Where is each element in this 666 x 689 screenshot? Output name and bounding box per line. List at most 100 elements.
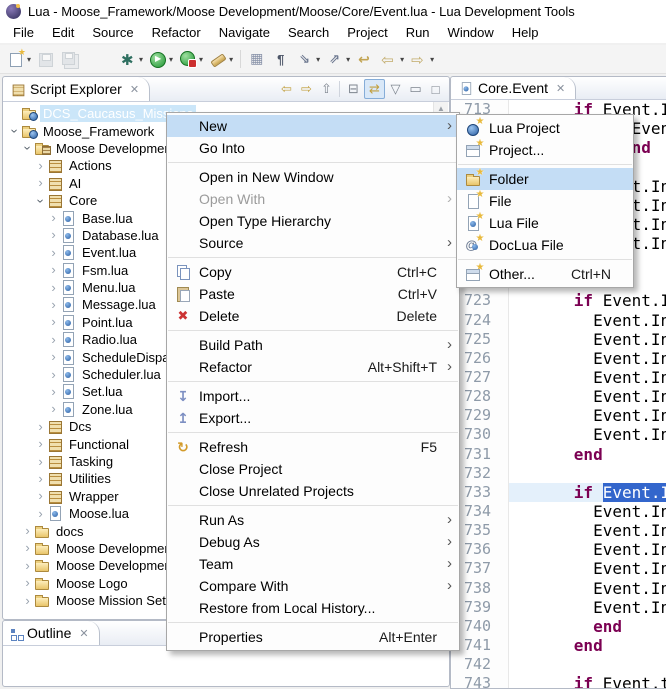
tab-script-explorer[interactable]: Script Explorer ✕ — [3, 77, 150, 101]
dropdown-arrow-icon[interactable]: ▾ — [229, 55, 233, 64]
forward-button[interactable]: ⇨ — [297, 80, 316, 98]
chevron-collapsed-icon[interactable]: › — [47, 300, 60, 310]
chevron-collapsed-icon[interactable]: › — [21, 578, 34, 588]
context-menu-item-run-as[interactable]: Run As› — [167, 509, 459, 531]
chevron-collapsed-icon[interactable]: › — [47, 230, 60, 240]
tab-outline[interactable]: Outline ✕ — [3, 621, 100, 645]
view-menu-button[interactable]: ▽ — [386, 80, 405, 98]
context-menu-item-build-path[interactable]: Build Path› — [167, 334, 459, 356]
context-menu-item-go-into[interactable]: Go Into — [167, 137, 459, 159]
last-edit-location-button[interactable] — [354, 47, 376, 71]
menubar-item-project[interactable]: Project — [338, 22, 396, 43]
chevron-collapsed-icon[interactable]: › — [34, 439, 47, 449]
menubar-item-refactor[interactable]: Refactor — [143, 22, 210, 43]
context-menu-item-source[interactable]: Source› — [167, 232, 459, 254]
context-menu-item-import[interactable]: ↧Import... — [167, 385, 459, 407]
chevron-collapsed-icon[interactable]: › — [47, 283, 60, 293]
dropdown-arrow-icon[interactable]: ▾ — [27, 55, 31, 64]
context-menu-item-paste[interactable]: PasteCtrl+V — [167, 283, 459, 305]
menubar-item-help[interactable]: Help — [503, 22, 548, 43]
context-menu-item-refactor[interactable]: RefactorAlt+Shift+T› — [167, 356, 459, 378]
context-menu-item-open-type-hierarchy[interactable]: Open Type Hierarchy — [167, 210, 459, 232]
new-submenu-item-project[interactable]: ★Project... — [457, 139, 633, 161]
menubar-item-source[interactable]: Source — [83, 22, 142, 43]
tab-core-event[interactable]: Core.Event ✕ — [451, 77, 576, 99]
context-menu-item-compare-with[interactable]: Compare With› — [167, 575, 459, 597]
chevron-collapsed-icon[interactable]: › — [47, 335, 60, 345]
chevron-collapsed-icon[interactable]: › — [34, 457, 47, 467]
chevron-collapsed-icon[interactable]: › — [47, 404, 60, 414]
open-element-button[interactable] — [246, 47, 268, 71]
context-menu-item-properties[interactable]: PropertiesAlt+Enter — [167, 626, 459, 648]
context-menu-item-restore-from-local-history[interactable]: Restore from Local History... — [167, 597, 459, 619]
context-menu-item-debug-as[interactable]: Debug As› — [167, 531, 459, 553]
context-menu-item-delete[interactable]: ✖DeleteDelete — [167, 305, 459, 327]
dropdown-arrow-icon[interactable]: ▾ — [346, 55, 350, 64]
new-submenu-item-lua-file[interactable]: ★Lua File — [457, 212, 633, 234]
chevron-collapsed-icon[interactable]: › — [47, 213, 60, 223]
chevron-collapsed-icon[interactable]: › — [47, 387, 60, 397]
collapse-all-button[interactable]: ⊟ — [344, 80, 363, 98]
context-menu-item-copy[interactable]: CopyCtrl+C — [167, 261, 459, 283]
link-with-editor-button[interactable]: ⇄ — [364, 79, 385, 99]
menubar-item-navigate[interactable]: Navigate — [210, 22, 279, 43]
new-submenu-item-other[interactable]: ★Other...Ctrl+N — [457, 263, 633, 285]
chevron-collapsed-icon[interactable]: › — [21, 561, 34, 571]
chevron-collapsed-icon[interactable]: › — [34, 422, 47, 432]
dropdown-arrow-icon[interactable]: ▾ — [139, 55, 143, 64]
new-submenu-item-folder[interactable]: ★Folder — [457, 168, 633, 190]
show-whitespace-button[interactable] — [270, 47, 292, 71]
menubar-item-window[interactable]: Window — [439, 22, 503, 43]
menubar-item-run[interactable]: Run — [397, 22, 439, 43]
new-submenu-item-doclua-file[interactable]: ★DocLua File — [457, 234, 633, 256]
back-button[interactable]: ⇦ — [277, 80, 296, 98]
chevron-collapsed-icon[interactable]: › — [47, 317, 60, 327]
chevron-expanded-icon[interactable]: › — [10, 125, 20, 138]
chevron-collapsed-icon[interactable]: › — [34, 474, 47, 484]
context-menu-item-refresh[interactable]: ↻RefreshF5 — [167, 436, 459, 458]
context-menu-item-team[interactable]: Team› — [167, 553, 459, 575]
chevron-collapsed-icon[interactable]: › — [47, 265, 60, 275]
run-button[interactable]: ▾ — [147, 47, 175, 71]
minimize-button[interactable]: ▭ — [406, 80, 425, 98]
new-submenu-item-file[interactable]: ★File — [457, 190, 633, 212]
chevron-collapsed-icon[interactable]: › — [34, 509, 47, 519]
debug-button[interactable]: ▾ — [117, 47, 145, 71]
menubar-item-search[interactable]: Search — [279, 22, 338, 43]
context-menu-item-close-project[interactable]: Close Project — [167, 458, 459, 480]
chevron-collapsed-icon[interactable]: › — [47, 248, 60, 258]
close-icon[interactable]: ✕ — [556, 82, 565, 95]
chevron-expanded-icon[interactable]: › — [23, 142, 33, 155]
previous-annotation-button[interactable]: ▾ — [324, 47, 352, 71]
menubar-item-edit[interactable]: Edit — [43, 22, 83, 43]
context-menu-item-export[interactable]: ↥Export... — [167, 407, 459, 429]
next-annotation-button[interactable]: ▾ — [294, 47, 322, 71]
chevron-collapsed-icon[interactable]: › — [21, 596, 34, 606]
dropdown-arrow-icon[interactable]: ▾ — [430, 55, 434, 64]
chevron-collapsed-icon[interactable]: › — [34, 178, 47, 188]
chevron-collapsed-icon[interactable]: › — [47, 352, 60, 362]
chevron-collapsed-icon[interactable]: › — [34, 161, 47, 171]
context-menu-item-close-unrelated-projects[interactable]: Close Unrelated Projects — [167, 480, 459, 502]
maximize-button[interactable]: □ — [426, 80, 445, 98]
context-menu-item-new[interactable]: New› — [167, 115, 459, 137]
new-submenu-item-lua-project[interactable]: ★Lua Project — [457, 117, 633, 139]
close-icon[interactable]: ✕ — [130, 83, 139, 96]
run-configuration-button[interactable]: ▾ — [177, 47, 205, 71]
dropdown-arrow-icon[interactable]: ▾ — [316, 55, 320, 64]
chevron-collapsed-icon[interactable]: › — [47, 370, 60, 380]
new-wizard-button[interactable]: ▾ — [5, 47, 33, 71]
dropdown-arrow-icon[interactable]: ▾ — [199, 55, 203, 64]
context-menu-item-open-in-new-window[interactable]: Open in New Window — [167, 166, 459, 188]
dropdown-arrow-icon[interactable]: ▾ — [400, 55, 404, 64]
menubar-item-file[interactable]: File — [4, 22, 43, 43]
dropdown-arrow-icon[interactable]: ▾ — [169, 55, 173, 64]
forward-history-button[interactable]: ▾ — [408, 47, 436, 71]
chevron-expanded-icon[interactable]: › — [36, 194, 46, 207]
chevron-collapsed-icon[interactable]: › — [21, 526, 34, 536]
close-icon[interactable]: ✕ — [79, 627, 88, 640]
back-history-button[interactable]: ▾ — [378, 47, 406, 71]
up-button[interactable]: ⇧ — [317, 80, 336, 98]
chevron-collapsed-icon[interactable]: › — [21, 543, 34, 553]
chevron-collapsed-icon[interactable]: › — [34, 491, 47, 501]
